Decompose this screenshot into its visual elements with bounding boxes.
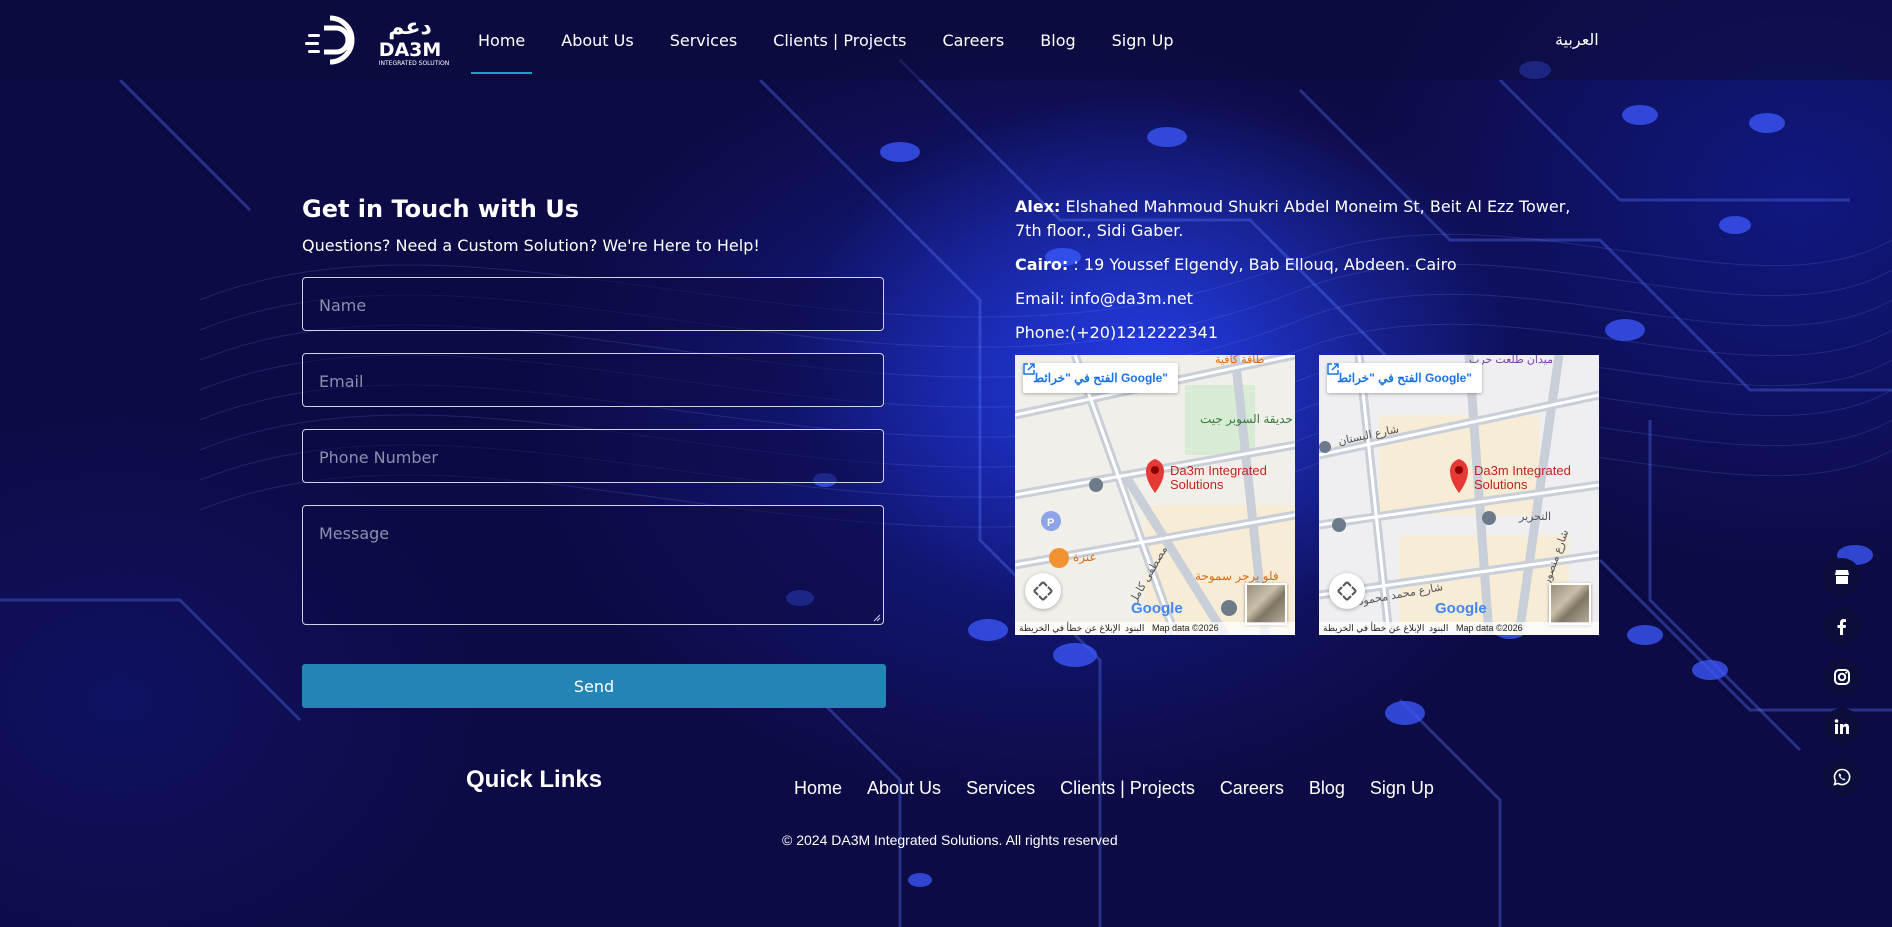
footer-link-home[interactable]: Home	[794, 778, 842, 799]
svg-text:P: P	[1047, 517, 1054, 529]
open-in-google-maps-label: الفتح في "خرائط Google"	[1033, 371, 1168, 385]
alex-address-text: Elshahed Mahmoud Shukri Abdel Moneim St,…	[1015, 197, 1571, 240]
message-textarea[interactable]: Message	[302, 505, 884, 625]
svg-text:التحرير: التحرير	[1518, 511, 1551, 523]
satellite-toggle[interactable]	[1549, 583, 1591, 625]
resize-handle-icon[interactable]	[873, 614, 881, 622]
facebook-icon[interactable]	[1823, 608, 1861, 646]
nav-careers[interactable]: Careers	[942, 31, 1004, 50]
map-place-label[interactable]: Da3m Integrated Solutions	[1170, 464, 1285, 492]
nav-home[interactable]: Home	[470, 31, 533, 74]
cairo-address-text: : 19 Youssef Elgendy, Bab Ellouq, Abdeen…	[1073, 255, 1457, 274]
svg-text:دعم: دعم	[388, 15, 432, 40]
phone-input[interactable]: Phone Number	[302, 429, 884, 483]
map-terms-link[interactable]: البنود	[1429, 623, 1448, 634]
footer-links: Home About Us Services Clients | Project…	[794, 778, 1459, 799]
nav-services[interactable]: Services	[670, 31, 737, 50]
svg-text:INTEGRATED SOLUTION: INTEGRATED SOLUTION	[379, 60, 450, 67]
nav-sign-up[interactable]: Sign Up	[1112, 31, 1174, 50]
move-arrows-icon	[1033, 581, 1053, 601]
map-camera-control[interactable]	[1025, 573, 1061, 609]
map-data-credit: Map data ©2026	[1152, 623, 1219, 633]
open-in-google-maps-button[interactable]: الفتح في "خرائط Google"	[1327, 363, 1482, 393]
move-arrows-icon	[1337, 581, 1357, 601]
map-camera-control[interactable]	[1329, 573, 1365, 609]
nav-clients-projects[interactable]: Clients | Projects	[773, 31, 906, 50]
copyright-text: © 2024 DA3M Integrated Solutions. All ri…	[782, 832, 1118, 848]
language-switch[interactable]: العربية	[1555, 30, 1599, 49]
email-info[interactable]: Email: info@da3m.net	[1015, 287, 1585, 311]
alex-address: Alex: Elshahed Mahmoud Shukri Abdel Mone…	[1015, 195, 1585, 243]
contact-title: Get in Touch with Us	[302, 195, 579, 223]
name-input[interactable]: Name	[302, 277, 884, 331]
external-link-icon	[1327, 363, 1339, 375]
open-in-google-maps-label: الفتح في "خرائط Google"	[1337, 371, 1472, 385]
map-data-credit: Map data ©2026	[1456, 623, 1523, 633]
svg-text:DA3M: DA3M	[379, 39, 442, 61]
phone-placeholder: Phone Number	[319, 448, 438, 467]
svg-text:طاقة كافية: طاقة كافية	[1215, 355, 1265, 366]
open-in-google-maps-button[interactable]: الفتح في "خرائط Google"	[1023, 363, 1178, 393]
email-placeholder: Email	[319, 372, 364, 391]
alex-label: Alex:	[1015, 197, 1061, 216]
google-logo: Google	[1131, 600, 1183, 617]
footer-link-about-us[interactable]: About Us	[867, 778, 941, 799]
phone-info[interactable]: Phone:(+20)1212222341	[1015, 321, 1585, 345]
whatsapp-icon[interactable]	[1823, 758, 1861, 796]
map-credits: الإبلاغ عن خطأ في الخريطة البنود Map dat…	[1319, 622, 1599, 635]
nav-blog[interactable]: Blog	[1040, 31, 1075, 50]
svg-text:فلو برجر سموحة: فلو برجر سموحة	[1195, 569, 1279, 583]
cairo-address: Cairo: : 19 Youssef Elgendy, Bab Ellouq,…	[1015, 253, 1585, 277]
da3m-logo[interactable]: دعم DA3M INTEGRATED SOLUTION	[302, 12, 454, 68]
contact-subtitle: Questions? Need a Custom Solution? We're…	[302, 236, 760, 255]
message-placeholder: Message	[319, 524, 390, 543]
report-map-error-link[interactable]: الإبلاغ عن خطأ في الخريطة	[1019, 623, 1120, 634]
report-map-error-link[interactable]: الإبلاغ عن خطأ في الخريطة	[1323, 623, 1424, 634]
svg-text:عنزة: عنزة	[1073, 550, 1097, 564]
footer-link-blog[interactable]: Blog	[1309, 778, 1345, 799]
map-alex[interactable]: P حديقة السوبر جيت عنزة فلو برجر سموحة م…	[1015, 355, 1295, 635]
main-nav: Home About Us Services Clients | Project…	[470, 0, 1210, 80]
instagram-icon[interactable]	[1823, 658, 1861, 696]
external-link-icon	[1023, 363, 1035, 375]
email-input[interactable]: Email	[302, 353, 884, 407]
map-place-label[interactable]: Da3m Integrated Solutions	[1474, 464, 1589, 492]
map-credits: الإبلاغ عن خطأ في الخريطة البنود Map dat…	[1015, 622, 1295, 635]
svg-text:حديقة السوبر جيت: حديقة السوبر جيت	[1200, 412, 1293, 426]
footer-link-services[interactable]: Services	[966, 778, 1035, 799]
satellite-toggle[interactable]	[1245, 583, 1287, 625]
footer-link-sign-up[interactable]: Sign Up	[1370, 778, 1434, 799]
map-cairo[interactable]: شارع البستان التحرير شارع محمد محمود شار…	[1319, 355, 1599, 635]
footer-link-clients-projects[interactable]: Clients | Projects	[1060, 778, 1195, 799]
send-button[interactable]: Send	[302, 664, 886, 708]
store-icon[interactable]	[1823, 558, 1861, 596]
quick-links-title: Quick Links	[466, 766, 603, 793]
nav-about-us[interactable]: About Us	[561, 31, 633, 50]
google-logo: Google	[1435, 600, 1487, 617]
linkedin-icon[interactable]	[1823, 708, 1861, 746]
name-placeholder: Name	[319, 296, 367, 315]
cairo-label: Cairo:	[1015, 255, 1069, 274]
footer-link-careers[interactable]: Careers	[1220, 778, 1284, 799]
map-terms-link[interactable]: البنود	[1125, 623, 1144, 634]
